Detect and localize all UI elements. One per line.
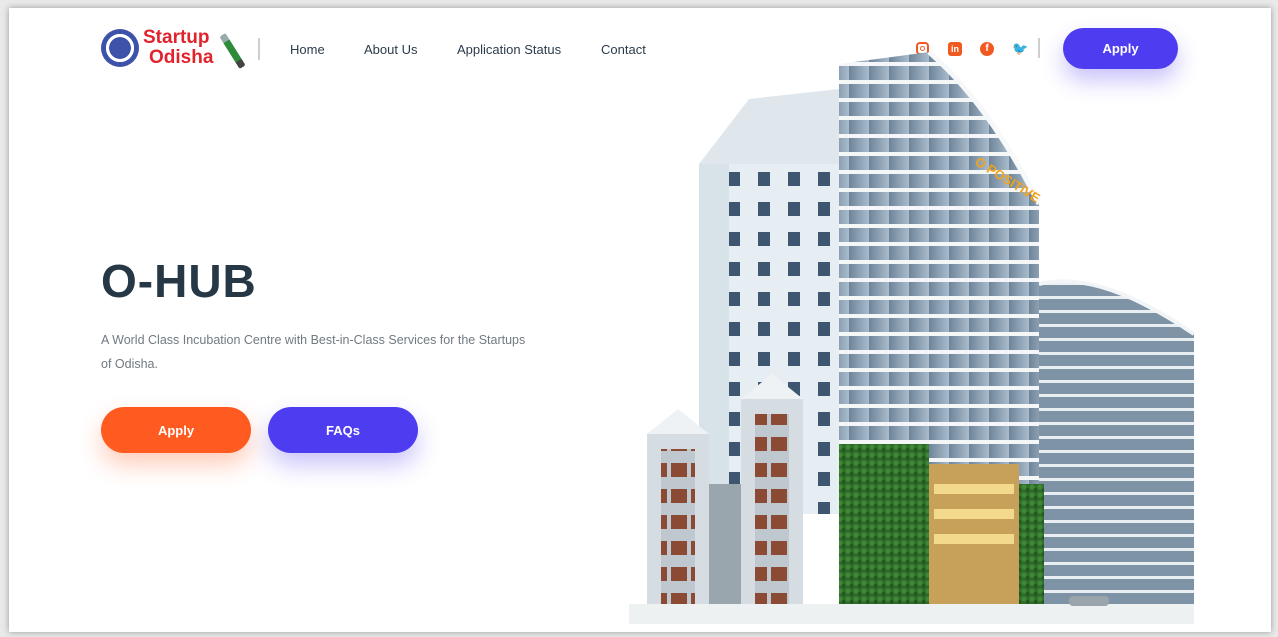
ohub-building-image: O POSITIVE xyxy=(629,50,1194,624)
startup-odisha-logo[interactable]: Startup Odisha xyxy=(101,26,251,74)
nav-home[interactable]: Home xyxy=(290,42,325,57)
page: Startup Odisha Home About Us Application… xyxy=(9,8,1271,632)
hero-description: A World Class Incubation Centre with Bes… xyxy=(101,333,526,371)
logo-text-line2: Odisha xyxy=(149,47,214,68)
nav-application-status[interactable]: Application Status xyxy=(457,42,561,57)
hero-apply-button[interactable]: Apply xyxy=(101,407,251,453)
logo-text-line1: Startup xyxy=(143,27,210,48)
rear-tower xyxy=(1039,281,1194,604)
nav-divider xyxy=(258,38,260,60)
hero-faqs-button[interactable]: FAQs xyxy=(268,407,418,453)
nav-about-us[interactable]: About Us xyxy=(364,42,417,57)
pen-icon xyxy=(219,33,246,69)
hero-title: O-HUB xyxy=(101,255,257,307)
green-wall xyxy=(839,444,929,624)
odisha-emblem-icon xyxy=(101,29,139,67)
